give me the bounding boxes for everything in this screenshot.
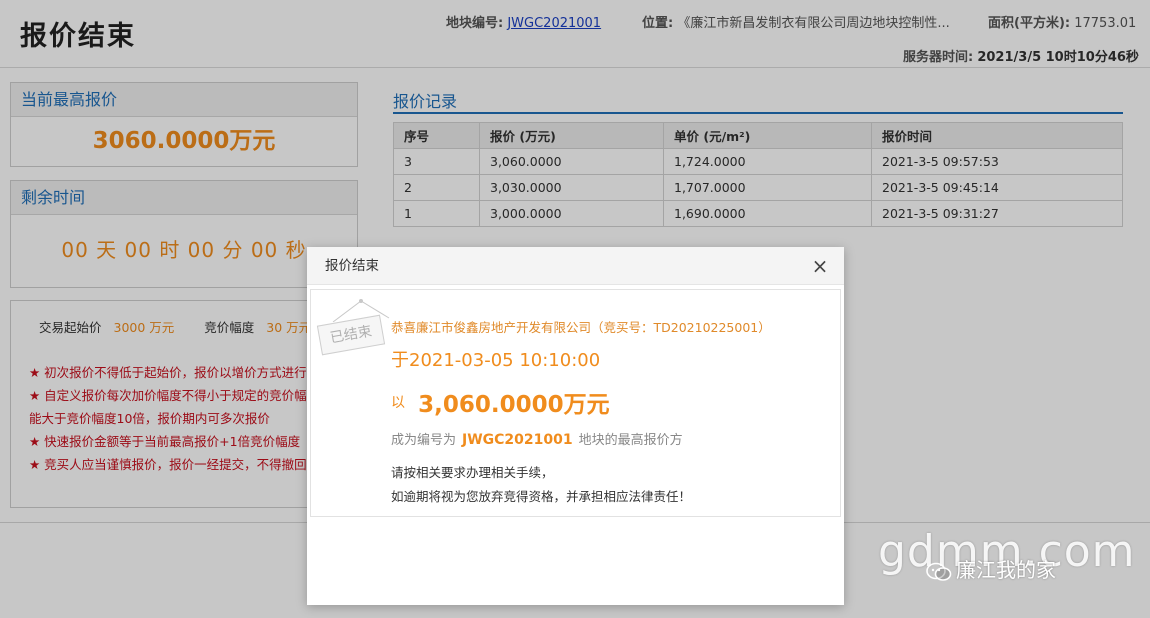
end-date-text: 于2021-03-05 10:10:00 — [391, 350, 601, 371]
winner-suffix: 地块的最高报价方 — [578, 433, 683, 448]
final-price-prefix: 以 — [391, 395, 405, 411]
final-price: 以 3,060.0000万元 — [391, 385, 610, 419]
account-name: 廉江我的家 — [956, 558, 1056, 582]
dialog-title: 报价结束 — [325, 258, 379, 274]
winner-plot-code: JWGC2021001 — [462, 432, 573, 448]
final-price-value: 3,060.0000万元 — [418, 392, 610, 418]
close-button[interactable]: × — [808, 247, 832, 285]
bid-ended-dialog: 报价结束 × 已结束 恭喜廉江市俊鑫房地产开发有限公司（竞买号：TD202102… — [307, 247, 844, 605]
winner-text: 成为编号为 JWGC2021001 地块的最高报价方 — [391, 429, 683, 448]
notice-line-2: 如逾期将视为您放弃竞得资格，并承担相应法律责任！ — [391, 489, 692, 504]
ended-stamp: 已结束 — [315, 298, 391, 356]
winner-prefix: 成为编号为 — [391, 433, 457, 448]
notice-line-1: 请按相关要求办理相关手续， — [391, 465, 554, 480]
account-watermark: 廉江我的家 — [926, 554, 1056, 583]
stamp-label: 已结束 — [316, 314, 386, 356]
dialog-body: 已结束 恭喜廉江市俊鑫房地产开发有限公司（竞买号：TD20210225001） … — [310, 289, 841, 517]
wechat-icon — [926, 562, 952, 581]
dialog-header: 报价结束 × — [307, 247, 844, 285]
congrats-text: 恭喜廉江市俊鑫房地产开发有限公司（竞买号：TD20210225001） — [391, 320, 771, 335]
